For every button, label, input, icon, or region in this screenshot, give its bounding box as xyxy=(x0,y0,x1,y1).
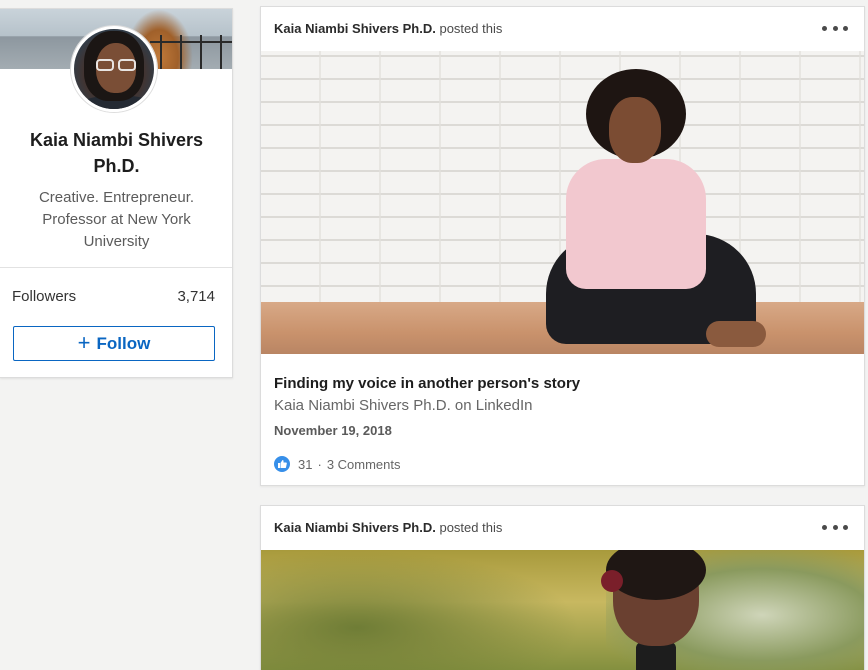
post-header: Kaia Niambi Shivers Ph.D. posted this xyxy=(274,520,502,535)
followers-count: 3,714 xyxy=(177,288,215,305)
feed-page: Kaia Niambi Shivers Ph.D. Creative. Entr… xyxy=(0,0,868,670)
article-source: Kaia Niambi Shivers Ph.D. on LinkedIn xyxy=(274,397,533,414)
post-author[interactable]: Kaia Niambi Shivers Ph.D. xyxy=(274,520,436,535)
post-action: posted this xyxy=(439,21,503,36)
comments-count[interactable]: 3 Comments xyxy=(327,457,401,472)
divider xyxy=(0,267,232,268)
feed-post: Kaia Niambi Shivers Ph.D. posted this xyxy=(260,505,865,670)
stats-separator: · xyxy=(317,456,322,472)
post-image[interactable] xyxy=(261,550,864,670)
feed-post: Kaia Niambi Shivers Ph.D. posted this Fi… xyxy=(260,6,865,486)
reactions-count[interactable]: 31 xyxy=(298,457,312,472)
follow-label: Follow xyxy=(96,333,151,353)
post-header: Kaia Niambi Shivers Ph.D. posted this xyxy=(274,21,502,36)
article-title[interactable]: Finding my voice in another person's sto… xyxy=(274,375,580,392)
post-image[interactable] xyxy=(261,51,864,354)
like-icon xyxy=(274,456,290,472)
profile-headline: Creative. Entrepreneur. Professor at New… xyxy=(38,189,195,250)
post-action: posted this xyxy=(439,520,503,535)
plus-icon: + xyxy=(77,329,91,355)
profile-name[interactable]: Kaia Niambi Shivers Ph.D. xyxy=(0,127,232,179)
followers-label: Followers xyxy=(12,288,77,305)
post-author[interactable]: Kaia Niambi Shivers Ph.D. xyxy=(274,21,436,36)
article-date: November 19, 2018 xyxy=(274,423,392,438)
more-options-icon[interactable] xyxy=(822,21,848,35)
followers-row: Followers 3,714 xyxy=(12,288,215,305)
avatar[interactable] xyxy=(71,26,157,112)
social-counts: 31 · 3 Comments xyxy=(274,456,401,472)
follow-button[interactable]: + Follow xyxy=(13,326,215,361)
profile-card: Kaia Niambi Shivers Ph.D. Creative. Entr… xyxy=(0,8,233,378)
more-options-icon[interactable] xyxy=(822,520,848,534)
